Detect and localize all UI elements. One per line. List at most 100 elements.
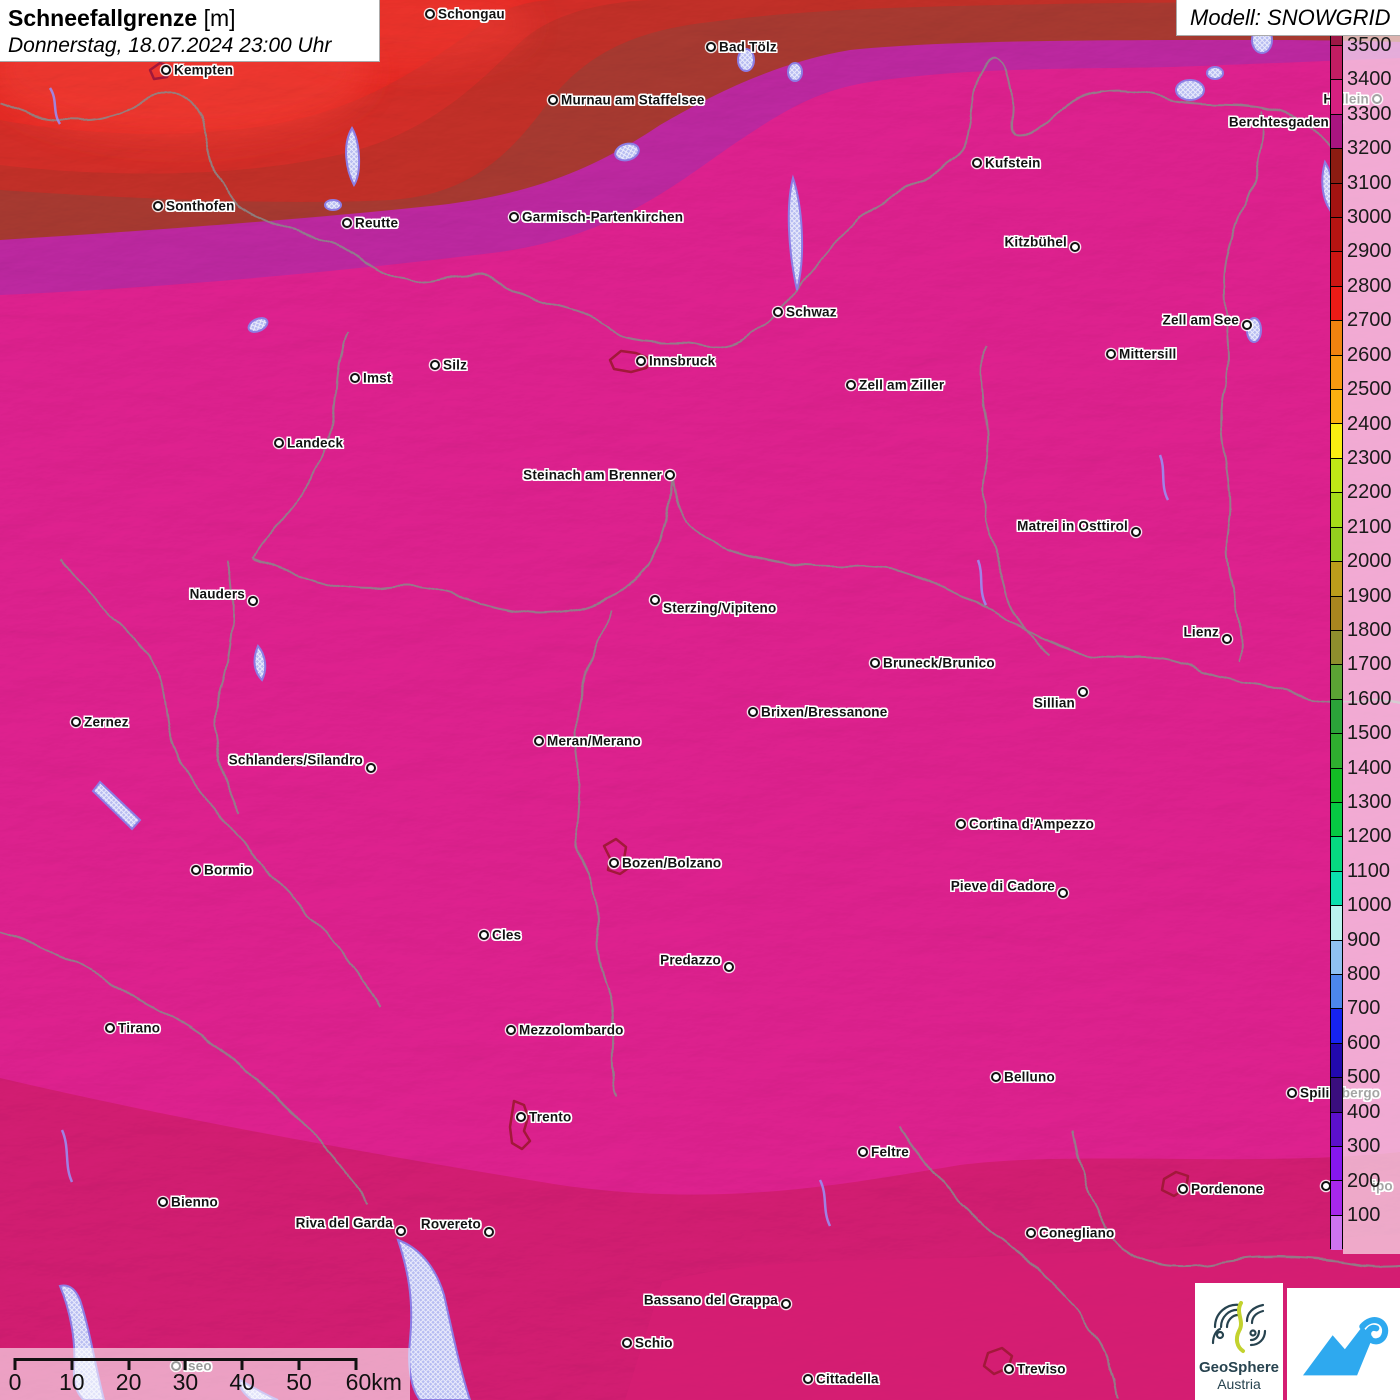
legend-color-segment [1331, 184, 1342, 218]
legend-value-label: 100 [1347, 1204, 1380, 1226]
city-dot [153, 201, 163, 211]
legend-color-segment [1331, 597, 1342, 631]
geosphere-logo-subtext: Austria [1217, 1376, 1261, 1392]
city-label: Mittersill [1119, 347, 1177, 362]
city-dot [342, 218, 352, 228]
city-label: Treviso [1017, 1362, 1066, 1377]
title-parameter: Schneefallgrenze [8, 5, 197, 31]
city-label: Innsbruck [649, 354, 715, 369]
city-dot [748, 707, 758, 717]
city-dot [506, 1025, 516, 1035]
city-label: Bozen/Bolzano [622, 856, 721, 871]
city-label: Lienz [1183, 625, 1219, 640]
city-label: Steinach am Brenner [523, 468, 662, 483]
legend-value-label: 300 [1347, 1135, 1380, 1157]
legend-value-label: 1200 [1347, 825, 1392, 847]
legend-color-segment [1331, 975, 1342, 1009]
city-label: Silz [443, 358, 467, 373]
legend-color-segment [1331, 80, 1342, 114]
legend-color-segment [1331, 1216, 1342, 1250]
legend-value-label: 2500 [1347, 378, 1392, 400]
city-dot [724, 962, 734, 972]
city-dot [636, 356, 646, 366]
city-label: Pieve di Cadore [951, 879, 1055, 894]
city-dot [609, 858, 619, 868]
city-dot [1222, 634, 1232, 644]
city-dot [803, 1374, 813, 1384]
legend-value-label: 700 [1347, 997, 1380, 1019]
city-label: Murnau am Staffelsee [561, 93, 705, 108]
mountain-logo-icon [1296, 1298, 1392, 1390]
legend-color-segment [1331, 769, 1342, 803]
city-label: Pordenone [1191, 1182, 1263, 1197]
city-label: Cles [492, 928, 521, 943]
legend-color-segment [1331, 562, 1342, 596]
model-label: Modell: SNOWGRID [1190, 5, 1390, 31]
legend-value-label: 800 [1347, 963, 1380, 985]
city-dot [1058, 888, 1068, 898]
legend-color-segment [1331, 941, 1342, 975]
city-dot [665, 470, 675, 480]
legend-color-segment [1331, 493, 1342, 527]
legend-color-segment [1331, 906, 1342, 940]
city-label: Bormio [204, 863, 252, 878]
legend-color-segment [1331, 1044, 1342, 1078]
city-label: Schio [635, 1336, 673, 1351]
city-dot [396, 1226, 406, 1236]
city-label: Schlanders/Silandro [229, 753, 363, 768]
city-label: Cittadella [816, 1372, 879, 1387]
city-dot [846, 380, 856, 390]
legend-value-label: 1300 [1347, 791, 1392, 813]
city-dot [858, 1147, 868, 1157]
city-dot [870, 658, 880, 668]
legend-value-label: 2600 [1347, 344, 1392, 366]
legend-value-label: 900 [1347, 929, 1380, 951]
city-label: Riva del Garda [296, 1216, 393, 1231]
legend-color-segment [1331, 46, 1342, 80]
city-dot [972, 158, 982, 168]
legend-color-segment [1331, 252, 1342, 286]
scalebar-label: 40 [229, 1369, 255, 1396]
legend-color-segment [1331, 1147, 1342, 1181]
map-title: Schneefallgrenze [m] [8, 5, 369, 32]
legend-value-label: 3500 [1347, 34, 1392, 56]
city-dot [509, 212, 519, 222]
legend-value-label: 600 [1347, 1032, 1380, 1054]
city-label: Trento [529, 1110, 571, 1125]
city-dot [71, 717, 81, 727]
city-label: Sterzing/Vipiteno [663, 601, 776, 616]
city-label: Bassano del Grappa [644, 1293, 778, 1308]
legend-value-label: 2000 [1347, 550, 1392, 572]
city-label: Reutte [355, 216, 398, 231]
city-label: Bad Tölz [719, 40, 777, 55]
city-label: Schongau [438, 7, 505, 22]
city-label: Bienno [171, 1195, 218, 1210]
legend-value-label: 500 [1347, 1066, 1380, 1088]
city-dot [158, 1197, 168, 1207]
legend-color-segment [1331, 218, 1342, 252]
legend-value-label: 1100 [1347, 860, 1390, 882]
legend-color-segment [1331, 837, 1342, 871]
distance-scalebar: 0102030405060km [0, 1348, 410, 1400]
city-label: Kempten [174, 63, 233, 78]
legend-color-segment [1331, 356, 1342, 390]
city-label: Brixen/Bressanone [761, 705, 887, 720]
legend-value-label: 1000 [1347, 894, 1392, 916]
title-unit: [m] [204, 5, 236, 31]
legend-color-segment [1331, 115, 1342, 149]
legend-value-label: 1900 [1347, 585, 1392, 607]
legend-color-segment [1331, 734, 1342, 768]
legend-color-segment [1331, 528, 1342, 562]
city-dot [1026, 1228, 1036, 1238]
geosphere-logo-box: GeoSphere Austria [1195, 1283, 1283, 1400]
legend-value-label: 3300 [1347, 103, 1392, 125]
weather-map-screen: Schongau Bad Tölz Kempten Murnau am Staffel… [0, 0, 1400, 1400]
legend-color-segment [1331, 1078, 1342, 1112]
city-dot [350, 373, 360, 383]
city-label: Landeck [287, 436, 343, 451]
title-box: Schneefallgrenze [m] Donnerstag, 18.07.2… [0, 0, 380, 62]
city-dot [534, 736, 544, 746]
city-dot [1070, 242, 1080, 252]
city-dot [956, 819, 966, 829]
city-label: Nauders [190, 587, 245, 602]
